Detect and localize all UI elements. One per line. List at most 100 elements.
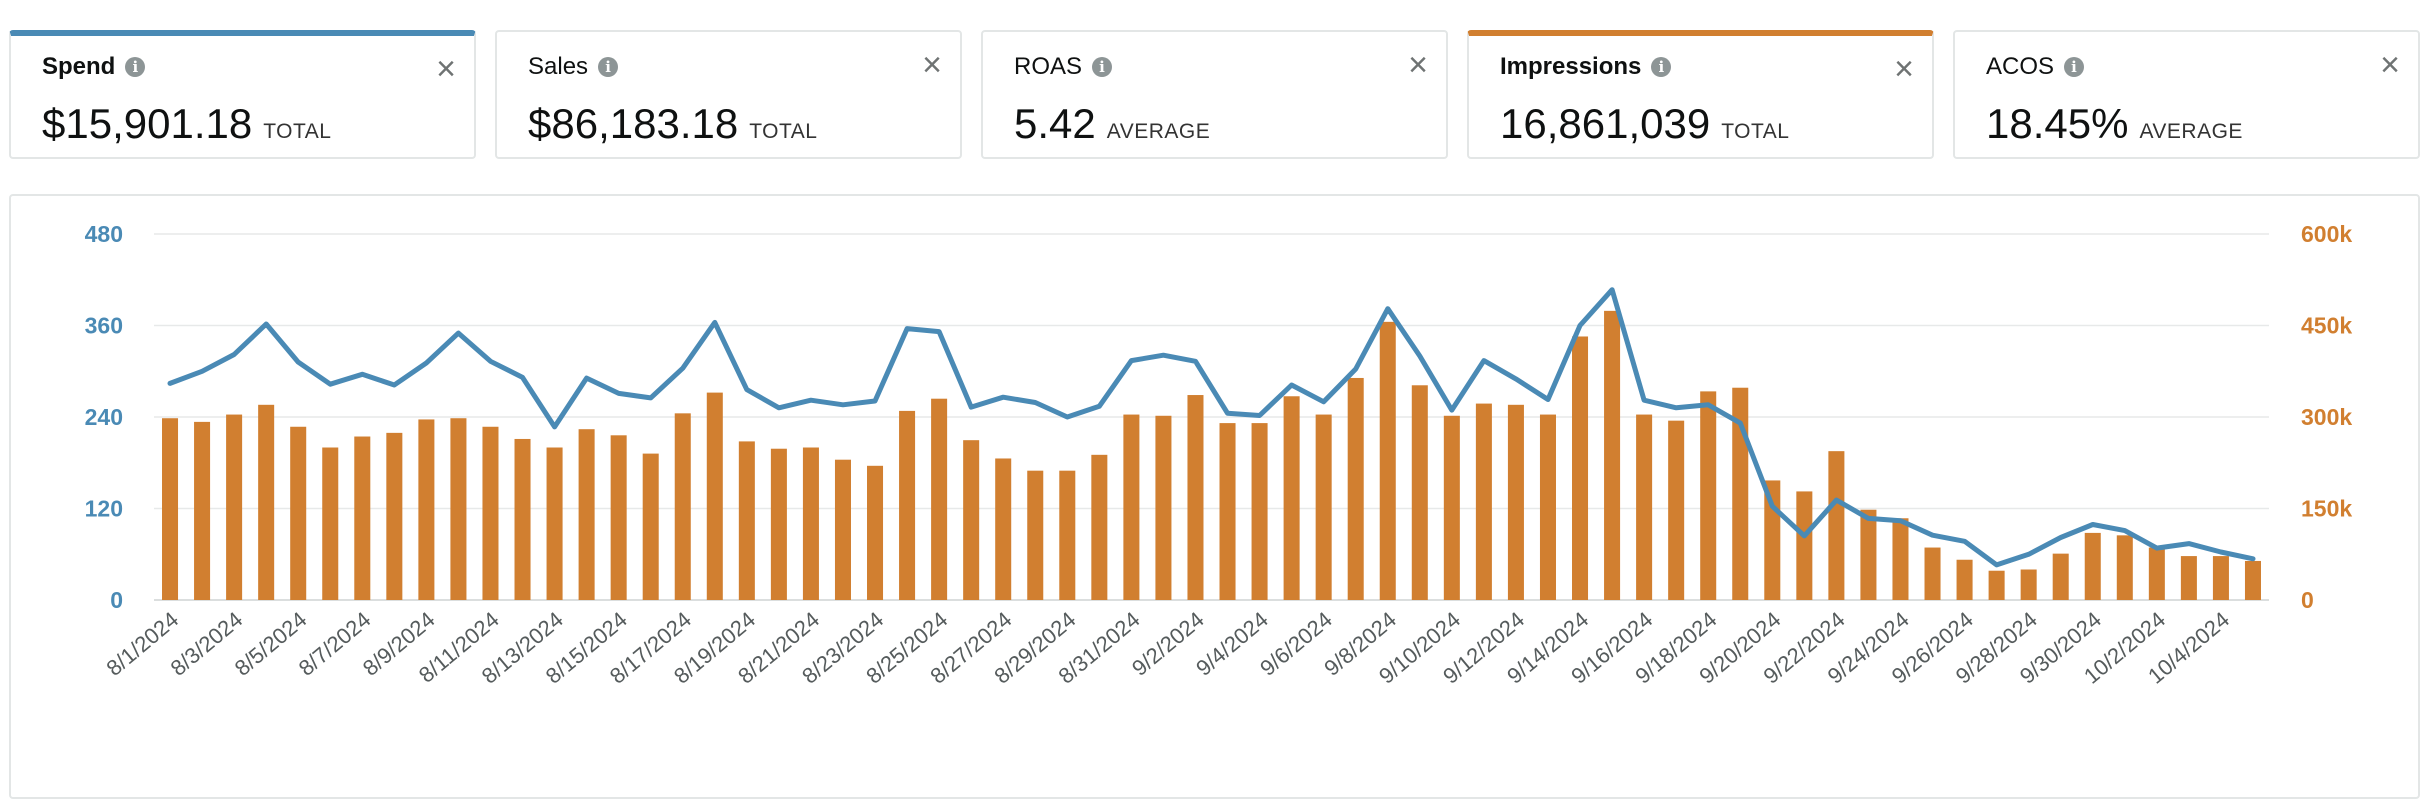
metric-value: 16,861,039 xyxy=(1500,100,1711,147)
impressions-bar xyxy=(995,458,1012,600)
close-icon[interactable]: × xyxy=(1894,52,1914,86)
impressions-bar xyxy=(1828,451,1845,600)
impressions-bar xyxy=(1283,396,1300,600)
x-tick-label: 8/1/2024 xyxy=(102,607,184,681)
impressions-bar xyxy=(1219,423,1236,600)
y-right-tick-label: 450k xyxy=(2301,313,2352,339)
impressions-bar xyxy=(2020,569,2037,600)
impressions-bar xyxy=(1860,509,1877,600)
metric-unit: TOTAL xyxy=(263,120,332,143)
impressions-bar xyxy=(706,392,723,600)
impressions-bar xyxy=(867,465,884,600)
y-left-tick-label: 240 xyxy=(85,404,123,430)
metric-unit: TOTAL xyxy=(749,120,818,143)
metric-title: Spend xyxy=(42,53,116,80)
metric-value: 5.42 xyxy=(1014,100,1096,147)
info-icon[interactable]: i xyxy=(598,57,619,77)
info-icon[interactable]: i xyxy=(1092,57,1113,77)
metric-value-row: 16,861,039 TOTAL xyxy=(1500,100,1789,148)
impressions-bar xyxy=(194,421,211,600)
info-icon[interactable]: i xyxy=(1651,57,1672,77)
impressions-bar xyxy=(1924,547,1941,600)
spend-line xyxy=(167,287,2256,568)
impressions-bar xyxy=(418,419,435,600)
impressions-bar xyxy=(1411,385,1428,600)
metric-title: ACOS xyxy=(1986,53,2055,80)
metric-value: $15,901.18 xyxy=(42,100,253,147)
impressions-bar xyxy=(2116,535,2133,600)
impressions-bar xyxy=(162,418,179,600)
y-left-tick-label: 120 xyxy=(85,496,123,522)
close-icon[interactable]: × xyxy=(1408,48,1428,82)
info-icon[interactable]: i xyxy=(125,57,146,77)
x-tick-label: 8/7/2024 xyxy=(294,607,376,681)
metric-title: Impressions xyxy=(1500,53,1642,80)
metric-title-row: ROAS i xyxy=(1014,53,1113,81)
impressions-bar xyxy=(610,435,627,600)
impressions-bar xyxy=(2148,547,2165,600)
impressions-bar xyxy=(1956,559,1973,600)
metric-title-row: ACOS i xyxy=(1986,53,2085,81)
y-left-tick-label: 360 xyxy=(85,313,123,339)
impressions-bar xyxy=(450,418,467,600)
impressions-bar xyxy=(578,429,595,600)
impressions-bar xyxy=(2244,560,2261,600)
impressions-bar xyxy=(1572,336,1589,600)
metric-title: ROAS xyxy=(1014,53,1083,80)
impressions-bar xyxy=(1507,404,1524,600)
metric-unit: AVERAGE xyxy=(2139,120,2243,143)
impressions-bar xyxy=(1796,491,1813,600)
spend-impressions-chart: 01202403604800150k300k450k600k8/1/20248/… xyxy=(85,221,2353,689)
impressions-bar xyxy=(1539,414,1556,600)
impressions-bar xyxy=(963,440,980,600)
close-icon[interactable]: × xyxy=(2380,48,2400,82)
impressions-bar xyxy=(322,447,339,600)
close-icon[interactable]: × xyxy=(436,52,456,86)
impressions-bar xyxy=(1347,377,1364,600)
impressions-bar xyxy=(802,447,819,600)
metric-value: $86,183.18 xyxy=(528,100,739,147)
metric-unit: AVERAGE xyxy=(1106,120,1211,143)
impressions-bar xyxy=(1604,310,1621,600)
metric-card-roas[interactable]: ROAS i × 5.42 AVERAGE xyxy=(981,30,1448,159)
impressions-bar xyxy=(1315,414,1332,600)
impressions-bar xyxy=(1475,403,1492,600)
impressions-bar xyxy=(354,436,371,600)
metric-card-spend[interactable]: Spend i × $15,901.18 TOTAL xyxy=(9,30,476,159)
impressions-bar xyxy=(514,438,531,600)
impressions-bar xyxy=(1668,420,1685,600)
impressions-bar xyxy=(482,426,499,600)
impressions-bar xyxy=(1027,470,1044,600)
metric-value-row: 18.45% AVERAGE xyxy=(1986,100,2243,148)
impressions-bar xyxy=(1700,391,1717,600)
impressions-bar xyxy=(1251,423,1268,600)
impressions-bar xyxy=(546,447,563,600)
impressions-bar xyxy=(1091,454,1108,600)
y-right-tick-label: 300k xyxy=(2301,404,2352,430)
metric-title: Sales xyxy=(528,53,589,80)
impressions-bar xyxy=(258,404,275,600)
impressions-bar xyxy=(770,448,787,600)
impressions-bar xyxy=(2084,532,2101,600)
info-icon[interactable]: i xyxy=(2064,57,2085,77)
impressions-bar xyxy=(642,453,659,600)
impressions-bar xyxy=(1187,395,1204,600)
impressions-bar xyxy=(834,459,851,600)
close-icon[interactable]: × xyxy=(922,48,942,82)
metric-value-row: 5.42 AVERAGE xyxy=(1014,100,1210,148)
metric-card-acos[interactable]: ACOS i × 18.45% AVERAGE xyxy=(1953,30,2420,159)
impressions-bar xyxy=(2180,556,2197,600)
metric-title-row: Impressions i xyxy=(1500,53,1672,81)
impressions-bar xyxy=(386,432,403,600)
metric-card-sales[interactable]: Sales i × $86,183.18 TOTAL xyxy=(495,30,962,159)
metric-card-impressions[interactable]: Impressions i × 16,861,039 TOTAL xyxy=(1467,30,1934,159)
x-tick-label: 9/6/2024 xyxy=(1255,607,1337,681)
metric-cards: Spend i × $15,901.18 TOTAL Sales i × $86,183.18 T… xyxy=(9,30,2420,159)
x-tick-label: 9/2/2024 xyxy=(1127,607,1209,681)
x-tick-label: 8/5/2024 xyxy=(230,607,312,681)
impressions-bar xyxy=(2052,553,2069,600)
impressions-bar xyxy=(290,426,307,600)
y-right-tick-label: 600k xyxy=(2301,221,2352,247)
impressions-bar xyxy=(899,410,916,600)
impressions-bar xyxy=(1155,415,1172,600)
